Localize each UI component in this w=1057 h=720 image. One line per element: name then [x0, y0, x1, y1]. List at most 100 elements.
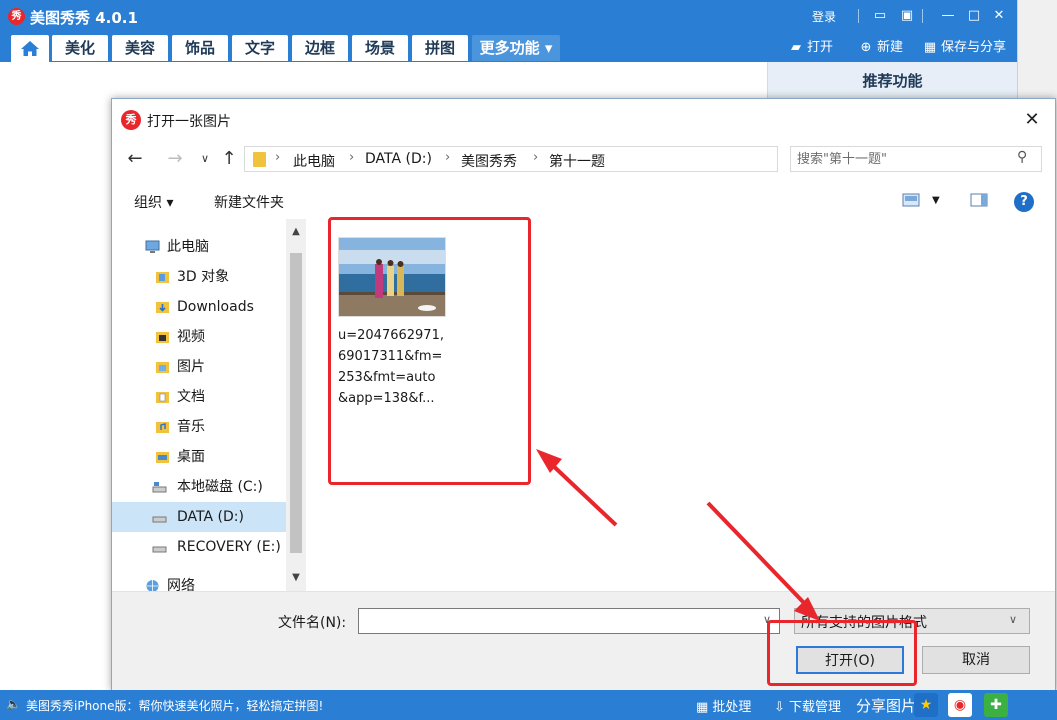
download-manager-button[interactable]: ⇩ 下载管理 — [774, 696, 841, 715]
plus-icon[interactable]: ✚ — [984, 693, 1008, 717]
new-button[interactable]: ⊕ 新建 — [858, 38, 903, 58]
network-icon — [146, 580, 159, 591]
address-bar[interactable]: › 此电脑 › DATA (D:) › 美图秀秀 › 第十一题 ∨ ↻ — [244, 146, 902, 172]
minimize-icon[interactable]: — — [940, 8, 956, 24]
arrow-right-icon: → — [167, 148, 183, 169]
preview-pane-button[interactable] — [970, 193, 988, 211]
tree-label: 文档 — [177, 389, 205, 405]
tab-accessories[interactable]: 饰品 — [172, 35, 228, 61]
close-icon[interactable]: ✕ — [991, 8, 1007, 24]
forward-button[interactable]: → — [164, 148, 186, 170]
scroll-down-icon[interactable]: ▼ — [286, 569, 306, 587]
folder-icon — [253, 152, 266, 167]
tree-item-network[interactable]: 网络 — [112, 571, 286, 591]
help-icon[interactable]: ? — [1014, 192, 1034, 212]
tree-item-music[interactable]: 音乐 — [112, 412, 286, 442]
tree-item-downloads[interactable]: Downloads — [112, 292, 286, 322]
preview-pane-icon — [970, 193, 988, 207]
view-dropdown-icon[interactable]: ▼ — [932, 195, 940, 206]
search-input[interactable] — [797, 150, 1007, 168]
tree-label: 3D 对象 — [177, 269, 230, 285]
promo-text[interactable]: 美图秀秀iPhone版：帮你快速美化照片，轻松搞定拼图! — [26, 697, 323, 714]
video-folder-icon — [156, 332, 169, 343]
breadcrumb-this-pc[interactable]: 此电脑 — [293, 151, 335, 171]
organize-menu[interactable]: 组织 ▾ — [134, 192, 173, 212]
filename-input[interactable] — [363, 612, 753, 630]
up-button[interactable]: ↑ — [218, 148, 240, 170]
new-folder-button[interactable]: 新建文件夹 — [214, 192, 284, 212]
arrow-up-icon: ↑ — [221, 148, 237, 169]
back-button[interactable]: ← — [124, 148, 146, 170]
tree-label: 视频 — [177, 329, 205, 345]
tab-text[interactable]: 文字 — [232, 35, 288, 61]
drive-icon — [152, 546, 167, 553]
app-title: 美图秀秀 4.0.1 — [30, 9, 138, 27]
pictures-folder-icon — [156, 362, 169, 373]
open-button[interactable]: ▰ 打开 — [788, 38, 833, 58]
speaker-icon: 🔈 — [6, 697, 21, 711]
tab-more[interactable]: 更多功能 ▾ — [472, 35, 560, 61]
tree-item-drive-c[interactable]: 本地磁盘 (C:) — [112, 472, 286, 502]
tree-item-videos[interactable]: 视频 — [112, 322, 286, 352]
tree-label: 音乐 — [177, 419, 205, 435]
save-share-button[interactable]: ▦ 保存与分享 — [922, 38, 1006, 58]
chevron-down-icon: ∨ — [1009, 613, 1018, 626]
tab-collage[interactable]: 拼图 — [412, 35, 468, 61]
tree-item-3d-objects[interactable]: 3D 对象 — [112, 262, 286, 292]
computer-icon — [145, 240, 160, 253]
folder-open-icon: ▰ — [791, 40, 801, 55]
breadcrumb-separator: › — [445, 150, 451, 165]
tree-label: Downloads — [177, 299, 254, 315]
tree-item-recovery-drive[interactable]: RECOVERY (E:) — [112, 532, 286, 562]
desktop-folder-icon — [156, 452, 169, 463]
tab-scene[interactable]: 场景 — [352, 35, 408, 61]
dialog-close-button[interactable]: ✕ — [1016, 107, 1048, 133]
menu-icon[interactable]: ▣ — [899, 8, 915, 24]
batch-process-button[interactable]: ▦ 批处理 — [696, 696, 751, 715]
chevron-down-icon: ∨ — [200, 152, 210, 165]
main-nav: 美化 美容 饰品 文字 边框 场景 拼图 更多功能 ▾ ▰ 打开 ⊕ 新建 ▦ 保存与… — [0, 34, 1017, 62]
star-icon[interactable]: ★ — [914, 693, 938, 717]
filename-label: 文件名(N): — [278, 615, 347, 631]
tab-frame[interactable]: 边框 — [292, 35, 348, 61]
scroll-up-icon[interactable]: ▲ — [286, 223, 306, 241]
batch-label: 批处理 — [712, 700, 752, 715]
tab-beautify[interactable]: 美化 — [52, 35, 108, 61]
home-icon — [21, 41, 39, 56]
drive-icon — [152, 516, 167, 523]
file-highlight-box — [328, 217, 531, 485]
titlebar-divider — [922, 9, 923, 23]
music-folder-icon — [156, 422, 169, 433]
breadcrumb-data-drive[interactable]: DATA (D:) — [365, 151, 432, 167]
tree-item-data-drive[interactable]: DATA (D:) — [112, 502, 286, 532]
breadcrumb-separator: › — [275, 150, 281, 165]
navigation-pane: 此电脑 3D 对象 Downloads 视频 图片 文档 音乐 桌面 本地磁盘 … — [112, 219, 306, 591]
tree-item-documents[interactable]: 文档 — [112, 382, 286, 412]
breadcrumb-meitu[interactable]: 美图秀秀 — [461, 151, 517, 171]
maximize-icon[interactable]: □ — [966, 8, 982, 24]
weibo-icon[interactable]: ◉ — [948, 693, 972, 717]
search-box[interactable]: ⚲ — [790, 146, 1042, 172]
annotation-arrow-open — [706, 501, 820, 621]
navigation-scrollbar[interactable]: ▲ ▼ — [286, 219, 306, 591]
login-link[interactable]: 登录 — [812, 8, 836, 25]
new-label: 新建 — [877, 40, 904, 55]
breadcrumb-current-folder[interactable]: 第十一题 — [549, 151, 605, 171]
annotation-arrow-file — [536, 449, 618, 527]
tab-beauty[interactable]: 美容 — [112, 35, 168, 61]
folder-3d-icon — [156, 272, 169, 283]
tree-label: 网络 — [167, 578, 195, 591]
tree-item-desktop[interactable]: 桌面 — [112, 442, 286, 472]
home-tab[interactable] — [11, 35, 49, 62]
tree-item-this-pc[interactable]: 此电脑 — [112, 232, 286, 262]
title-bar: 秀 美图秀秀 4.0.1 登录 ▭ ▣ — □ ✕ — [0, 0, 1017, 34]
share-image-label[interactable]: 分享图片 — [856, 695, 916, 716]
recent-locations-button[interactable]: ∨ — [194, 148, 216, 170]
tree-item-pictures[interactable]: 图片 — [112, 352, 286, 382]
message-icon[interactable]: ▭ — [872, 8, 888, 24]
change-view-button[interactable] — [902, 193, 920, 211]
downloads-folder-icon — [156, 302, 169, 313]
tree-label: RECOVERY (E:) — [177, 539, 281, 555]
cancel-button[interactable]: 取消 — [922, 646, 1030, 674]
scrollbar-thumb[interactable] — [290, 253, 302, 553]
